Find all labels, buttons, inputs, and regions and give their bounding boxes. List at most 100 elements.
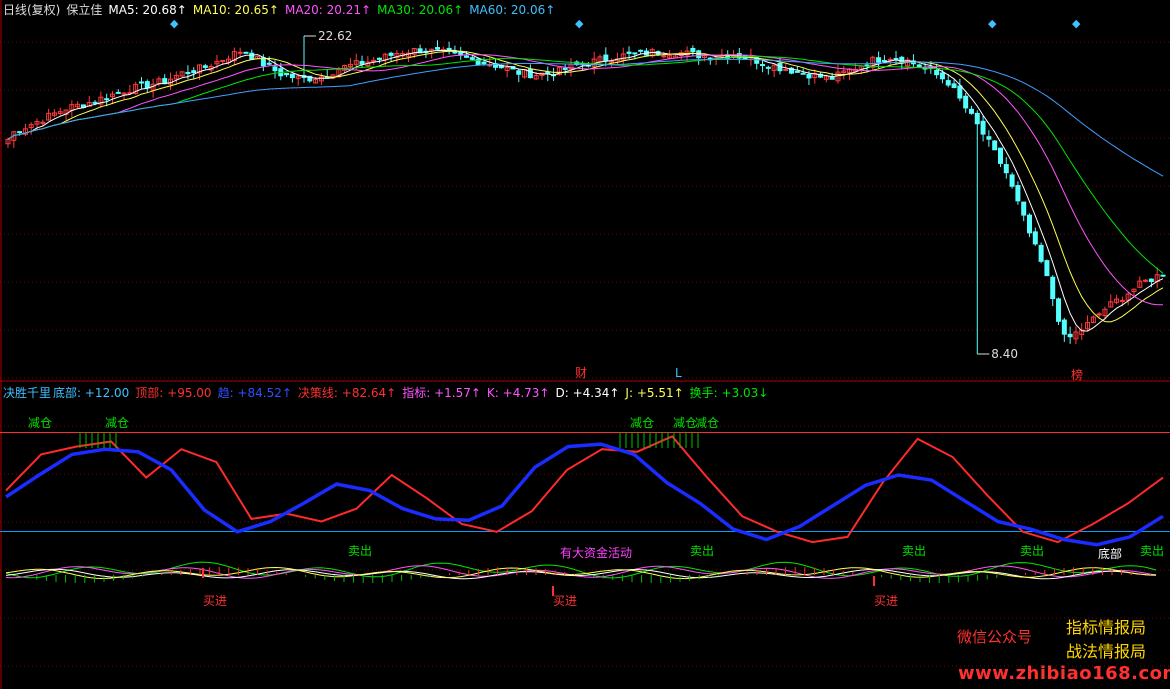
candle-body [1027,214,1033,234]
candle-body [388,52,394,56]
candle-body [1044,260,1050,277]
candle-body [104,98,110,101]
event-cai-label: 财 [575,366,587,380]
watermark-brand1: 指标情报局 [1066,618,1147,637]
candle-body [220,59,226,62]
big-money-label: 有大资金活动 [560,545,632,560]
candle-body [1015,185,1021,202]
candle-body [783,69,789,72]
candle-body [266,62,272,65]
indicator-header: 决胜千里 底部: +12.00 顶部: +95.00 趋: +84.52↑ 决策线: +… [3,386,774,400]
candle-body [162,78,168,85]
candle-body [957,85,963,99]
candle-body [638,49,644,52]
ma30-value: MA30: 20.06↑ [377,3,464,17]
sell-label: 卖出 [902,544,926,558]
main-header: 日线(复权) 保立佳 MA5: 20.68↑ MA10: 20.65↑ MA20: 20… [3,3,561,17]
buy-label: 买进 [553,594,577,608]
bottom-value: 底部: +12.00 [53,386,130,400]
watermark-wechat: 微信公众号 [957,628,1033,646]
candle-body [376,57,382,60]
high-price-label: 22.62 [318,29,352,43]
candle-body [1143,279,1149,282]
stock-name: 保立佳 [66,3,103,17]
diamond-icon: ◆ [1072,17,1081,30]
d-value: D: +4.34↑ [555,386,620,400]
candle-body [1119,299,1125,302]
decision-line [5,435,1164,544]
decision-value: 决策线: +82.64↑ [297,386,397,400]
buy-label: 买进 [203,594,227,608]
indicator-name: 决胜千里 [3,386,52,400]
top-value: 顶部: +95.00 [135,386,212,400]
candle-body [632,52,638,55]
j-value: J: +5.51↑ [625,386,684,400]
candle-body [138,81,144,84]
ma60-value: MA60: 20.06↑ [469,3,556,17]
candle-body [1009,174,1015,187]
ma5-line [7,49,1164,332]
candle-body [876,57,882,63]
candle-body [191,70,197,74]
ma10-value: MA10: 20.65↑ [192,3,279,17]
candle-body [144,81,150,89]
low-price-label: 8.40 [991,347,1018,361]
candle-body [986,136,992,140]
candle-body [481,61,487,65]
candle-body [1067,333,1073,338]
candle-body [887,58,893,61]
candle-body [980,120,986,135]
candle-body [527,68,533,79]
reduce-label: 减仓 [105,416,129,430]
candle-body [997,147,1003,164]
reduce-label: 减仓 [695,416,719,430]
candle-body [1003,164,1009,174]
candle-body [237,51,243,54]
candle-body [434,47,440,50]
candle-body [992,140,998,151]
candle-body [963,95,969,109]
chart-title: 日线(复权) [3,3,61,17]
candle-body [1032,231,1038,245]
candle-body [1038,244,1044,262]
diamond-icon: ◆ [575,17,584,30]
watermark-url: www.zhibiao168.com [958,663,1170,684]
k-value: K: +4.73↑ [486,386,550,400]
candle-body [516,70,522,75]
sell-label: 卖出 [690,544,714,558]
candle-body [800,72,806,75]
candle-body [249,52,255,60]
candle-body [1021,201,1027,216]
ma60-line [7,58,1164,177]
candle-body [806,73,812,79]
candle-body [289,73,295,79]
candle-body [243,51,249,54]
candle-body [951,83,957,89]
candle-body [765,66,771,69]
candle-body [185,72,191,75]
stock-chart: 22.628.40财 L 榜◆ ◆ ◆ ◆减仓 减仓 减仓 减仓减仓卖出 卖出 卖出 卖出 卖出买进 买进… [0,0,1170,689]
reduce-label: 减仓 [673,416,697,430]
candle-body [202,65,208,68]
diamond-icon: ◆ [170,17,179,30]
reduce-label: 减仓 [630,416,654,430]
candle-body [1050,276,1056,300]
candle-body [945,80,951,86]
candle-body [359,60,365,65]
candle-body [690,48,696,53]
trend-value: 趋: +84.52↑ [217,386,292,400]
candle-body [464,55,470,58]
candle-body [1056,298,1062,322]
candle-body [760,64,766,67]
candle-body [115,91,121,94]
ma20-value: MA20: 20.21↑ [284,3,372,17]
candle-body [794,70,800,73]
candle-body [469,57,475,60]
ma20-line [7,54,1163,306]
candle-body [603,54,609,61]
candle-body [284,72,290,76]
candle-body [562,67,568,70]
event-l-label: L [675,366,682,380]
ma5-value: MA5: 20.68↑ [108,3,187,17]
sell-label: 卖出 [348,544,372,558]
